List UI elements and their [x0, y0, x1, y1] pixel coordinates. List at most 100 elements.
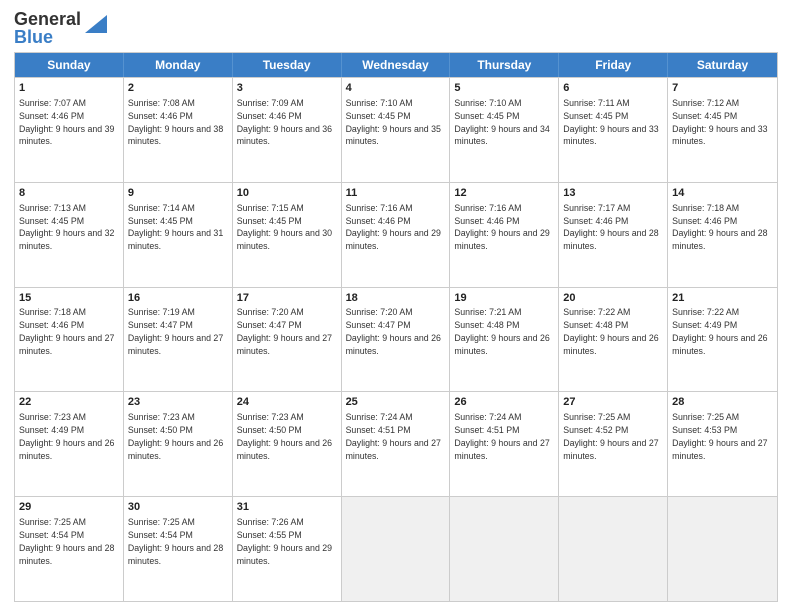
- sunrise-text: Sunrise: 7:14 AM: [128, 203, 195, 213]
- day-number: 16: [128, 291, 228, 306]
- daylight-text: Daylight: 9 hours and 26 minutes.: [346, 333, 441, 356]
- sunrise-text: Sunrise: 7:09 AM: [237, 98, 304, 108]
- calendar-cell: 18 Sunrise: 7:20 AM Sunset: 4:47 PM Dayl…: [342, 288, 451, 392]
- calendar-cell: 29 Sunrise: 7:25 AM Sunset: 4:54 PM Dayl…: [15, 497, 124, 601]
- calendar-cell: 19 Sunrise: 7:21 AM Sunset: 4:48 PM Dayl…: [450, 288, 559, 392]
- logo-general: General: [14, 9, 81, 29]
- sunrise-text: Sunrise: 7:18 AM: [19, 307, 86, 317]
- weekday-header: Friday: [559, 53, 668, 77]
- sunrise-text: Sunrise: 7:24 AM: [454, 412, 521, 422]
- sunset-text: Sunset: 4:54 PM: [19, 530, 84, 540]
- weekday-header: Thursday: [450, 53, 559, 77]
- sunset-text: Sunset: 4:47 PM: [237, 320, 302, 330]
- header: General Blue: [14, 10, 778, 46]
- day-number: 9: [128, 186, 228, 201]
- logo-icon: [85, 15, 107, 33]
- day-number: 17: [237, 291, 337, 306]
- sunset-text: Sunset: 4:45 PM: [454, 111, 519, 121]
- sunset-text: Sunset: 4:45 PM: [563, 111, 628, 121]
- calendar-cell: 1 Sunrise: 7:07 AM Sunset: 4:46 PM Dayli…: [15, 78, 124, 182]
- sunset-text: Sunset: 4:46 PM: [19, 111, 84, 121]
- daylight-text: Daylight: 9 hours and 28 minutes.: [672, 228, 767, 251]
- sunrise-text: Sunrise: 7:25 AM: [563, 412, 630, 422]
- day-number: 21: [672, 291, 773, 306]
- sunset-text: Sunset: 4:48 PM: [454, 320, 519, 330]
- sunset-text: Sunset: 4:45 PM: [672, 111, 737, 121]
- sunset-text: Sunset: 4:46 PM: [19, 320, 84, 330]
- calendar-cell: 22 Sunrise: 7:23 AM Sunset: 4:49 PM Dayl…: [15, 392, 124, 496]
- daylight-text: Daylight: 9 hours and 31 minutes.: [128, 228, 223, 251]
- calendar-cell: 21 Sunrise: 7:22 AM Sunset: 4:49 PM Dayl…: [668, 288, 777, 392]
- calendar-cell: 7 Sunrise: 7:12 AM Sunset: 4:45 PM Dayli…: [668, 78, 777, 182]
- day-number: 24: [237, 395, 337, 410]
- calendar-cell: 9 Sunrise: 7:14 AM Sunset: 4:45 PM Dayli…: [124, 183, 233, 287]
- daylight-text: Daylight: 9 hours and 27 minutes.: [672, 438, 767, 461]
- daylight-text: Daylight: 9 hours and 39 minutes.: [19, 124, 114, 147]
- daylight-text: Daylight: 9 hours and 26 minutes.: [237, 438, 332, 461]
- day-number: 11: [346, 186, 446, 201]
- sunrise-text: Sunrise: 7:25 AM: [672, 412, 739, 422]
- sunrise-text: Sunrise: 7:16 AM: [346, 203, 413, 213]
- day-number: 29: [19, 500, 119, 515]
- day-number: 8: [19, 186, 119, 201]
- sunset-text: Sunset: 4:51 PM: [454, 425, 519, 435]
- daylight-text: Daylight: 9 hours and 30 minutes.: [237, 228, 332, 251]
- day-number: 6: [563, 81, 663, 96]
- calendar-cell: 30 Sunrise: 7:25 AM Sunset: 4:54 PM Dayl…: [124, 497, 233, 601]
- day-number: 22: [19, 395, 119, 410]
- calendar-cell: 8 Sunrise: 7:13 AM Sunset: 4:45 PM Dayli…: [15, 183, 124, 287]
- sunrise-text: Sunrise: 7:25 AM: [19, 517, 86, 527]
- sunrise-text: Sunrise: 7:26 AM: [237, 517, 304, 527]
- day-number: 1: [19, 81, 119, 96]
- sunset-text: Sunset: 4:47 PM: [346, 320, 411, 330]
- daylight-text: Daylight: 9 hours and 29 minutes.: [454, 228, 549, 251]
- sunrise-text: Sunrise: 7:21 AM: [454, 307, 521, 317]
- calendar-cell: 25 Sunrise: 7:24 AM Sunset: 4:51 PM Dayl…: [342, 392, 451, 496]
- calendar-cell: 16 Sunrise: 7:19 AM Sunset: 4:47 PM Dayl…: [124, 288, 233, 392]
- day-number: 4: [346, 81, 446, 96]
- calendar-row: 15 Sunrise: 7:18 AM Sunset: 4:46 PM Dayl…: [15, 287, 777, 392]
- day-number: 3: [237, 81, 337, 96]
- sunrise-text: Sunrise: 7:19 AM: [128, 307, 195, 317]
- sunrise-text: Sunrise: 7:17 AM: [563, 203, 630, 213]
- weekday-header: Saturday: [668, 53, 777, 77]
- sunrise-text: Sunrise: 7:15 AM: [237, 203, 304, 213]
- daylight-text: Daylight: 9 hours and 27 minutes.: [237, 333, 332, 356]
- calendar-cell: 13 Sunrise: 7:17 AM Sunset: 4:46 PM Dayl…: [559, 183, 668, 287]
- day-number: 25: [346, 395, 446, 410]
- sunrise-text: Sunrise: 7:10 AM: [454, 98, 521, 108]
- day-number: 30: [128, 500, 228, 515]
- calendar-cell: 10 Sunrise: 7:15 AM Sunset: 4:45 PM Dayl…: [233, 183, 342, 287]
- daylight-text: Daylight: 9 hours and 26 minutes.: [128, 438, 223, 461]
- daylight-text: Daylight: 9 hours and 34 minutes.: [454, 124, 549, 147]
- sunset-text: Sunset: 4:46 PM: [672, 216, 737, 226]
- daylight-text: Daylight: 9 hours and 26 minutes.: [563, 333, 658, 356]
- sunrise-text: Sunrise: 7:10 AM: [346, 98, 413, 108]
- page: General Blue SundayMondayTuesdayWednesda…: [0, 0, 792, 612]
- calendar-cell: 24 Sunrise: 7:23 AM Sunset: 4:50 PM Dayl…: [233, 392, 342, 496]
- calendar: SundayMondayTuesdayWednesdayThursdayFrid…: [14, 52, 778, 602]
- sunrise-text: Sunrise: 7:20 AM: [346, 307, 413, 317]
- sunset-text: Sunset: 4:50 PM: [237, 425, 302, 435]
- daylight-text: Daylight: 9 hours and 27 minutes.: [454, 438, 549, 461]
- sunset-text: Sunset: 4:46 PM: [237, 111, 302, 121]
- calendar-cell: 27 Sunrise: 7:25 AM Sunset: 4:52 PM Dayl…: [559, 392, 668, 496]
- sunset-text: Sunset: 4:46 PM: [346, 216, 411, 226]
- sunrise-text: Sunrise: 7:23 AM: [237, 412, 304, 422]
- day-number: 26: [454, 395, 554, 410]
- calendar-cell: 17 Sunrise: 7:20 AM Sunset: 4:47 PM Dayl…: [233, 288, 342, 392]
- sunset-text: Sunset: 4:53 PM: [672, 425, 737, 435]
- sunrise-text: Sunrise: 7:22 AM: [672, 307, 739, 317]
- daylight-text: Daylight: 9 hours and 27 minutes.: [19, 333, 114, 356]
- sunrise-text: Sunrise: 7:08 AM: [128, 98, 195, 108]
- sunrise-text: Sunrise: 7:18 AM: [672, 203, 739, 213]
- calendar-cell: 12 Sunrise: 7:16 AM Sunset: 4:46 PM Dayl…: [450, 183, 559, 287]
- calendar-cell: 26 Sunrise: 7:24 AM Sunset: 4:51 PM Dayl…: [450, 392, 559, 496]
- day-number: 5: [454, 81, 554, 96]
- sunrise-text: Sunrise: 7:07 AM: [19, 98, 86, 108]
- day-number: 20: [563, 291, 663, 306]
- day-number: 27: [563, 395, 663, 410]
- day-number: 31: [237, 500, 337, 515]
- sunset-text: Sunset: 4:47 PM: [128, 320, 193, 330]
- calendar-cell: 3 Sunrise: 7:09 AM Sunset: 4:46 PM Dayli…: [233, 78, 342, 182]
